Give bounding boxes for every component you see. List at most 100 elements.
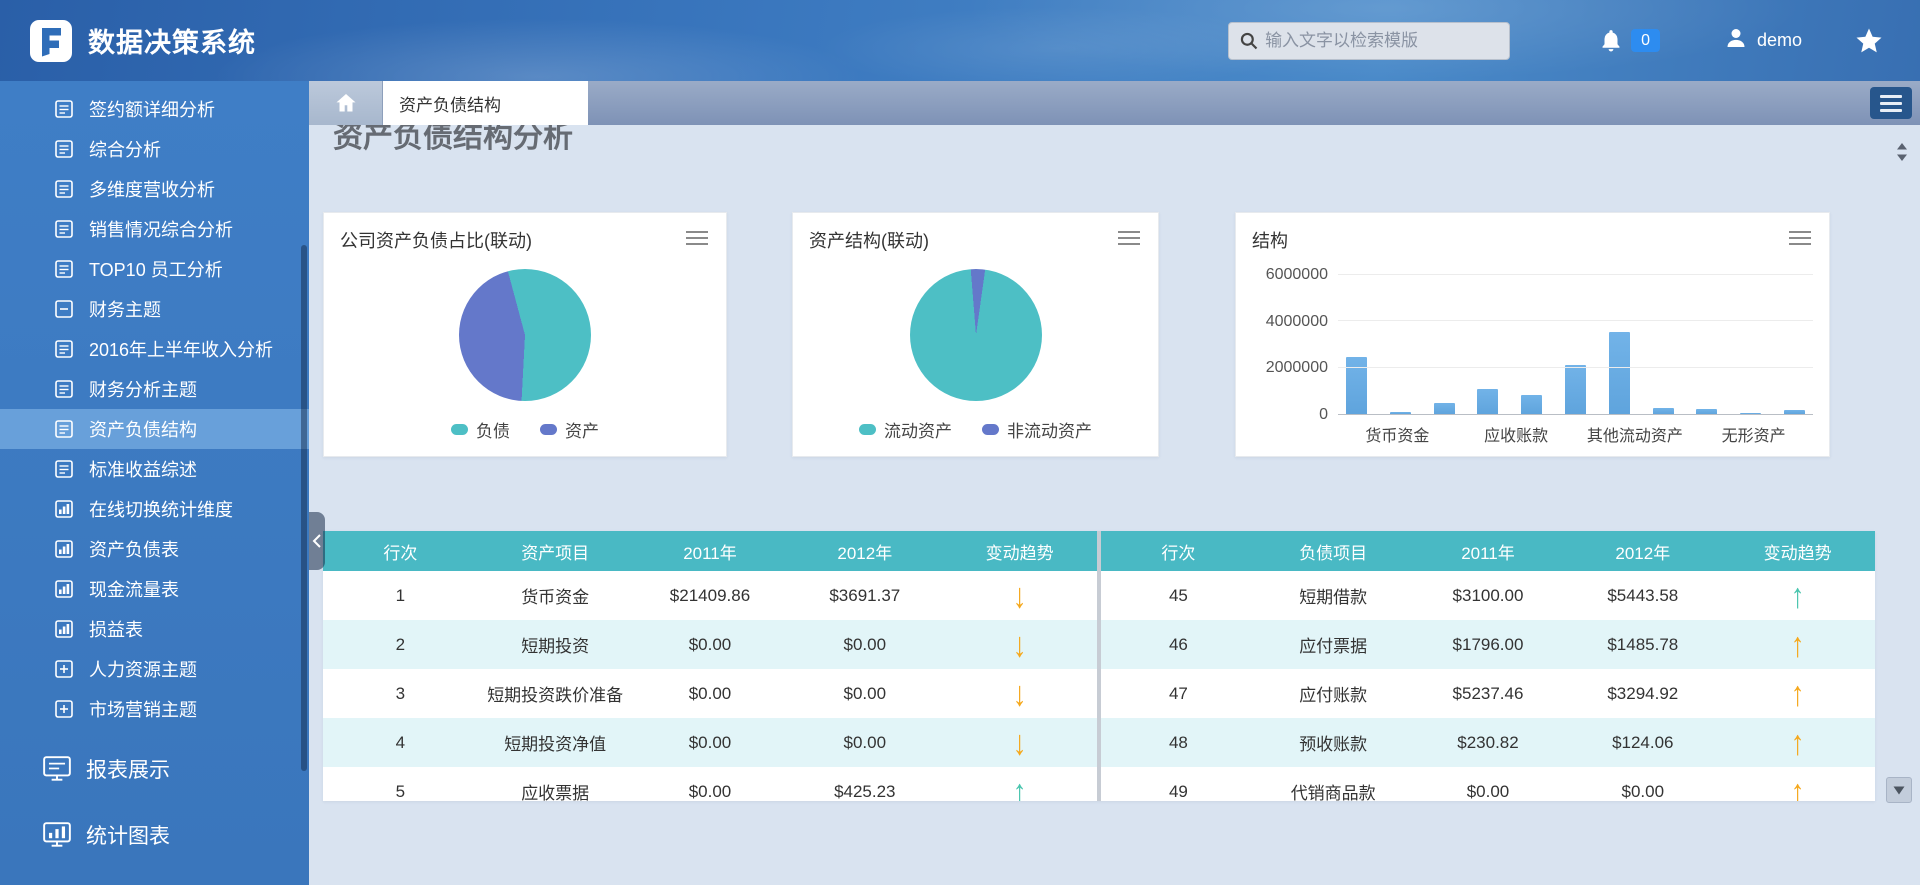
app-header: 数据决策系统 0 demo [0, 0, 1920, 81]
chart-menu-icon[interactable] [686, 231, 708, 245]
table-row[interactable]: 1 货币资金 $21409.86 $3691.37 ↓ [323, 571, 1097, 620]
trend-cell: ↑ [1720, 669, 1875, 718]
table-row[interactable]: 46 应付票据 $1796.00 $1485.78 ↑ [1101, 620, 1875, 669]
bell-icon[interactable] [1598, 28, 1624, 54]
table-row[interactable]: 5 应收票据 $0.00 $425.23 ↑ [323, 767, 1097, 801]
sidebar-item-9[interactable]: 资产负债结构 [0, 409, 309, 449]
table-row[interactable]: 45 短期借款 $3100.00 $5443.58 ↑ [1101, 571, 1875, 620]
sidebar-item-11[interactable]: 在线切换统计维度 [0, 489, 309, 529]
user-menu[interactable]: demo [1724, 26, 1802, 55]
legend-marker [859, 424, 876, 435]
pie-chart[interactable] [459, 269, 591, 401]
x-category-label: 货币资金 [1365, 428, 1430, 445]
notifications[interactable]: 0 [1598, 28, 1660, 54]
sidebar-item-17[interactable]: 报表展示 [0, 743, 309, 795]
sidebar-item-7[interactable]: 2016年上半年收入分析 [0, 329, 309, 369]
table-cell: 应收票据 [521, 784, 590, 801]
sidebar-item-label: 报表展示 [86, 759, 170, 782]
table-row[interactable]: 48 预收账款 $230.82 $124.06 ↑ [1101, 718, 1875, 767]
trend-up-arrow-icon: ↑ [1790, 624, 1805, 664]
sidebar-item-10[interactable]: 标准收益综述 [0, 449, 309, 489]
table-cell: 5 [395, 781, 406, 801]
sidebar-item-14[interactable]: 损益表 [0, 609, 309, 649]
trend-up-arrow-icon: ↑ [1790, 673, 1805, 713]
legend-label: 流动资产 [884, 422, 952, 441]
x-category-label: 无形资产 [1721, 428, 1786, 445]
column-header: 2011年 [1410, 531, 1566, 571]
panel-structure-bar: 结构 0 2000000 4000000 6000000 货币资金 应收账款 其他流动资产… [1235, 212, 1830, 457]
table-row[interactable]: 4 短期投资净值 $0.00 $0.00 ↓ [323, 718, 1097, 767]
gridline [1338, 274, 1813, 275]
table-cell: $3691.37 [829, 585, 901, 605]
tab-asset-liability-structure[interactable]: 资产负债结构 [383, 81, 588, 125]
sidebar-item-3[interactable]: 多维度营收分析 [0, 169, 309, 209]
sidebar-item-16[interactable]: 市场营销主题 [0, 689, 309, 729]
chart-icon [54, 618, 76, 640]
sidebar-item-13[interactable]: 现金流量表 [0, 569, 309, 609]
sidebar-collapse-handle[interactable] [309, 512, 325, 570]
table-right: 行次 负债项目 2011年 2012年 变动趋势 45 短期借款 $3100.00 $5443… [1101, 531, 1875, 801]
legend-item[interactable]: 负债 [451, 417, 510, 442]
sidebar-item-2[interactable]: 综合分析 [0, 129, 309, 169]
search-input[interactable] [1265, 30, 1500, 51]
table-cell: 3 [395, 683, 406, 703]
report-icon [54, 98, 76, 120]
legend-item[interactable]: 流动资产 [859, 417, 952, 442]
tab-list-menu-button[interactable] [1870, 87, 1912, 119]
legend-item[interactable]: 资产 [540, 417, 599, 442]
trend-up-arrow-icon: ↑ [1790, 575, 1805, 615]
bar[interactable] [1740, 412, 1762, 414]
chart-menu-icon[interactable] [1789, 231, 1811, 245]
bar[interactable] [1389, 411, 1411, 414]
y-tick-label: 4000000 [1265, 312, 1328, 330]
search-box[interactable] [1228, 21, 1511, 60]
trend-cell: ↑ [1720, 571, 1875, 620]
sidebar-item-5[interactable]: TOP10 员工分析 [0, 249, 309, 289]
trend-down-arrow-icon: ↓ [1012, 673, 1027, 713]
legend-marker [982, 424, 999, 435]
bar[interactable] [1608, 331, 1630, 414]
home-tab[interactable] [309, 81, 383, 125]
table-cell: 49 [1168, 781, 1188, 801]
column-header: 资产项目 [477, 531, 633, 571]
sidebar-item-18[interactable]: 统计图表 [0, 809, 309, 861]
table-cell: 短期借款 [1299, 588, 1368, 607]
chevron-left-icon [312, 534, 321, 548]
sidebar-item-8[interactable]: 财务分析主题 [0, 369, 309, 409]
sidebar-item-6[interactable]: 财务主题 [0, 289, 309, 329]
chart-menu-icon[interactable] [1118, 231, 1140, 245]
table-row[interactable]: 47 应付账款 $5237.46 $3294.92 ↑ [1101, 669, 1875, 718]
panel-title: 结构 [1252, 231, 1288, 251]
sidebar-item-label: 现金流量表 [89, 580, 179, 600]
pie-chart[interactable] [909, 269, 1042, 401]
sidebar-item-12[interactable]: 资产负债表 [0, 529, 309, 569]
bar[interactable] [1433, 402, 1455, 414]
table-row[interactable]: 49 代销商品款 $0.00 $0.00 ↑ [1101, 767, 1875, 801]
column-header: 2012年 [1565, 531, 1721, 571]
tab-label: 资产负债结构 [399, 95, 501, 115]
sidebar-item-15[interactable]: 人力资源主题 [0, 649, 309, 689]
table-row[interactable]: 2 短期投资 $0.00 $0.00 ↓ [323, 620, 1097, 669]
app-logo-icon[interactable] [30, 19, 72, 62]
trend-cell: ↓ [942, 718, 1097, 767]
bar[interactable] [1783, 410, 1805, 414]
sidebar-scrollbar-thumb[interactable] [301, 245, 307, 771]
legend-marker [451, 424, 468, 435]
notification-badge: 0 [1631, 28, 1660, 53]
legend-item[interactable]: 非流动资产 [982, 417, 1092, 442]
favorite-star-icon[interactable] [1854, 26, 1884, 56]
bar[interactable] [1521, 395, 1543, 414]
scroll-up-down-icon[interactable] [1894, 141, 1910, 163]
bar[interactable] [1696, 409, 1718, 414]
sidebar-item-1[interactable]: 签约额详细分析 [0, 89, 309, 129]
user-icon [1724, 26, 1748, 55]
table-row[interactable]: 3 短期投资跌价准备 $0.00 $0.00 ↓ [323, 669, 1097, 718]
bar[interactable] [1652, 407, 1674, 414]
bar[interactable] [1477, 388, 1499, 414]
x-category-label: 其他流动资产 [1586, 428, 1683, 445]
panel-asset-structure: 资产结构(联动) 流动资产 非流动资产 [792, 212, 1159, 457]
section-expand-icon [54, 658, 76, 680]
bar[interactable] [1564, 365, 1586, 414]
sidebar-item-4[interactable]: 销售情况综合分析 [0, 209, 309, 249]
scroll-down-arrow[interactable] [1886, 777, 1912, 803]
